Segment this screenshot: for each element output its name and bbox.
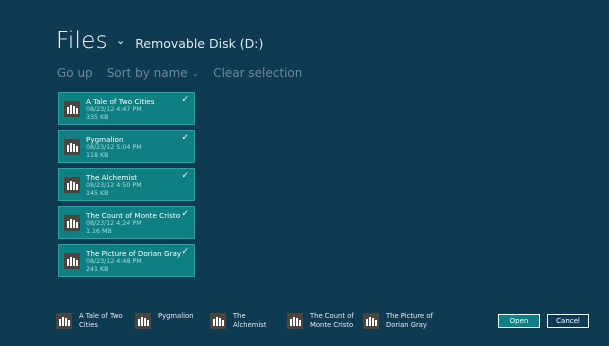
open-button[interactable]: Open — [498, 314, 540, 328]
basket-item-label: The Count of Monte Cristo — [310, 312, 354, 329]
file-tile[interactable]: The Count of Monte Cristo 08/23/12 4:24 … — [58, 206, 195, 239]
book-stack-icon — [56, 313, 72, 329]
header: Files ⌄ Removable Disk (D:) — [56, 28, 263, 54]
basket-item-label: The Alchemist — [233, 312, 267, 329]
chevron-down-icon[interactable]: ⌄ — [116, 34, 125, 47]
page-title: Files — [56, 28, 108, 54]
book-stack-icon — [287, 313, 303, 329]
file-date: 08/23/12 4:50 PM — [86, 182, 142, 189]
book-stack-icon — [64, 139, 80, 155]
go-up-button[interactable]: Go up — [57, 66, 93, 80]
basket-item-label: Pygmalion — [158, 312, 194, 320]
book-stack-icon — [64, 253, 80, 269]
file-tile[interactable]: Pygmalion 08/23/12 5:04 PM 118 KB ✓ — [58, 130, 195, 163]
file-name: The Alchemist — [86, 173, 138, 182]
file-name: The Count of Monte Cristo — [86, 211, 181, 220]
file-tile[interactable]: The Picture of Dorian Gray 08/23/12 4:48… — [58, 244, 195, 277]
basket-item-label: A Tale of Two Cities — [79, 312, 123, 329]
book-stack-icon — [64, 101, 80, 117]
sort-by-label: Sort by name — [106, 66, 188, 80]
book-stack-icon — [64, 177, 80, 193]
checkmark-icon: ✓ — [181, 247, 189, 257]
book-stack-icon — [64, 215, 80, 231]
checkmark-icon: ✓ — [181, 171, 189, 181]
checkmark-icon: ✓ — [181, 95, 189, 105]
basket-item-label: The Picture of Dorian Gray — [386, 312, 433, 329]
file-name: Pygmalion — [86, 135, 124, 144]
file-date: 08/23/12 4:47 PM — [86, 106, 142, 113]
file-size: 241 KB — [86, 266, 109, 273]
file-list: A Tale of Two Cities 08/23/12 4:47 PM 33… — [58, 92, 195, 282]
file-date: 08/23/12 4:48 PM — [86, 258, 142, 265]
sort-by-button[interactable]: Sort by name ⌄ — [107, 66, 200, 80]
cancel-button[interactable]: Cancel — [547, 314, 589, 328]
book-stack-icon — [210, 313, 226, 329]
file-tile[interactable]: The Alchemist 08/23/12 4:50 PM 145 KB ✓ — [58, 168, 195, 201]
checkmark-icon: ✓ — [181, 209, 189, 219]
file-size: 145 KB — [86, 190, 109, 197]
file-name: The Picture of Dorian Gray — [86, 249, 182, 258]
file-size: 335 KB — [86, 114, 109, 121]
clear-selection-button[interactable]: Clear selection — [213, 66, 302, 80]
chevron-down-icon: ⌄ — [191, 69, 200, 79]
book-stack-icon — [135, 313, 151, 329]
file-size: 118 KB — [86, 152, 109, 159]
file-date: 08/23/12 4:24 PM — [86, 220, 142, 227]
file-size: 1.16 MB — [86, 228, 112, 235]
command-bar: Go up Sort by name ⌄ Clear selection — [57, 66, 302, 80]
file-date: 08/23/12 5:04 PM — [86, 144, 142, 151]
checkmark-icon: ✓ — [181, 133, 189, 143]
file-tile[interactable]: A Tale of Two Cities 08/23/12 4:47 PM 33… — [58, 92, 195, 125]
book-stack-icon — [363, 313, 379, 329]
file-name: A Tale of Two Cities — [86, 97, 155, 106]
location-label[interactable]: Removable Disk (D:) — [135, 36, 263, 51]
